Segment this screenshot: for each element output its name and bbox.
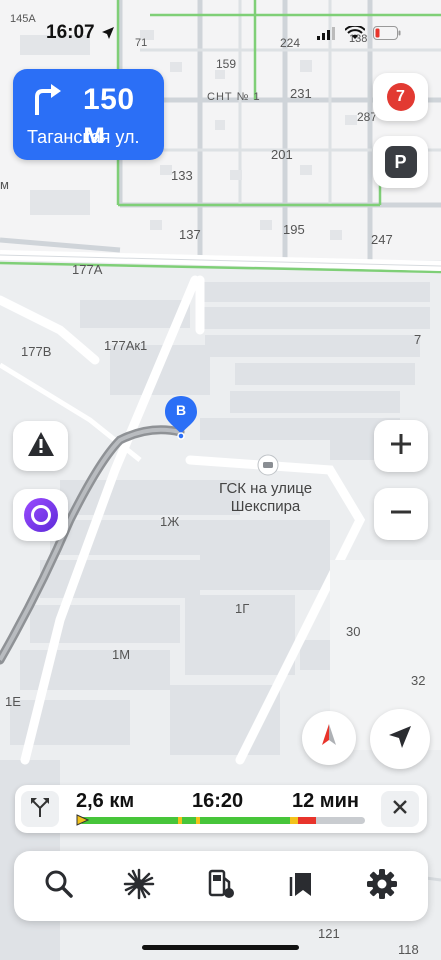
bottom-toolbar	[14, 851, 428, 921]
compass-button[interactable]	[302, 711, 356, 765]
turn-right-icon	[31, 83, 67, 122]
map-label: 137	[179, 227, 201, 242]
route-distance: 2,6 км	[76, 790, 135, 812]
status-bar: 16:07	[0, 0, 441, 60]
route-start-marker-icon	[75, 813, 90, 832]
map-label: 247	[371, 232, 393, 247]
poi-label[interactable]: ГСК на улице Шекспира	[219, 480, 312, 516]
close-icon	[392, 799, 408, 820]
navigation-arrow-icon	[387, 724, 413, 755]
parking-button[interactable]: P	[373, 136, 428, 188]
search-icon	[44, 869, 74, 904]
home-indicator[interactable]	[142, 945, 299, 950]
map-label: 121	[318, 926, 340, 941]
fork-arrows-icon	[29, 796, 51, 823]
traffic-level: 7	[396, 88, 405, 105]
map-label: 201	[271, 147, 293, 162]
route-options-button[interactable]	[21, 791, 59, 827]
settings-button[interactable]	[364, 868, 400, 904]
map-label: 1Е	[5, 694, 21, 709]
poi-name-line1: ГСК на улице	[219, 480, 313, 497]
bookmarks-button[interactable]	[283, 868, 319, 904]
voice-assistant-button[interactable]	[13, 489, 68, 541]
poi-name-line2: Шекспира	[230, 498, 301, 515]
alice-icon	[23, 498, 58, 532]
map-label: 177А	[72, 262, 103, 277]
route-arrival-time: 16:20	[192, 790, 244, 812]
minus-icon	[389, 500, 413, 529]
map-label: 1М	[112, 647, 131, 662]
map-label: 30	[346, 624, 361, 639]
map-label: 32	[411, 673, 426, 688]
status-time: 16:07	[46, 22, 95, 43]
map-label: 7	[414, 332, 422, 347]
map-label: 231	[290, 86, 312, 101]
parking-icon: P	[394, 151, 407, 172]
road-event-button[interactable]	[13, 421, 68, 471]
route-duration: 12 мин	[292, 790, 359, 812]
close-route-button[interactable]	[381, 791, 419, 827]
route-traffic-bar	[79, 817, 365, 824]
maneuver-card[interactable]: 150 м Таганская ул.	[13, 69, 164, 160]
map-label: СНТ № 1	[207, 91, 261, 103]
sparkle-icon	[123, 868, 155, 905]
compass-icon	[318, 723, 340, 754]
route-panel[interactable]: 2,6 км 16:20 12 мин	[15, 785, 427, 833]
map-label: 177Ак1	[104, 338, 148, 353]
plus-icon	[389, 432, 413, 461]
signal-icon	[317, 26, 337, 45]
map-label: 195	[283, 222, 305, 237]
search-button[interactable]	[41, 868, 77, 904]
map-label: 1Ж	[160, 514, 180, 529]
gear-icon	[366, 868, 398, 905]
zoom-in-button[interactable]	[374, 420, 428, 472]
map-label: м	[0, 177, 9, 192]
location-arrow-icon	[101, 26, 115, 45]
discovery-button[interactable]	[121, 868, 157, 904]
destination-marker[interactable]: B	[163, 394, 199, 440]
my-location-button[interactable]	[370, 709, 430, 769]
map-label: 177В	[21, 344, 52, 359]
map-label: 1Г	[235, 601, 250, 616]
bookmarks-icon	[286, 869, 316, 904]
zoom-out-button[interactable]	[374, 488, 428, 540]
fuel-button[interactable]	[202, 868, 238, 904]
maneuver-street: Таганская ул.	[27, 127, 140, 147]
traffic-badge[interactable]: 7	[373, 73, 428, 121]
fuel-icon	[204, 868, 236, 905]
wifi-icon	[344, 24, 366, 45]
map-label: 118	[398, 942, 419, 957]
warning-icon	[27, 431, 55, 462]
battery-icon	[373, 26, 401, 45]
map-label: 133	[171, 168, 193, 183]
destination-marker-label: B	[175, 402, 187, 418]
